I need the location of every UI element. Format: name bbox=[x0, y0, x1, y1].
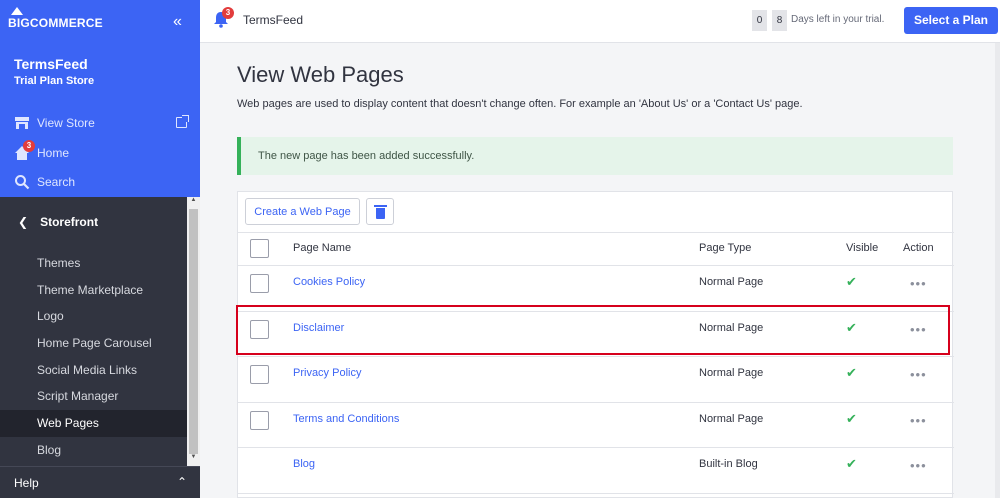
chevron-up-icon: ⌃ bbox=[176, 475, 187, 489]
scroll-up-icon[interactable]: ▲ bbox=[189, 197, 198, 207]
nav-home-label: Home bbox=[37, 146, 70, 160]
nav-search[interactable]: Search bbox=[14, 174, 75, 190]
external-link-icon[interactable] bbox=[176, 115, 189, 128]
notification-badge: 3 bbox=[222, 7, 234, 19]
page-name-link[interactable]: Blog bbox=[293, 458, 315, 470]
logo-text: BIGCOMMERCE bbox=[8, 16, 103, 30]
page-type: Normal Page bbox=[699, 276, 764, 288]
row-checkbox[interactable] bbox=[250, 410, 269, 430]
row-actions-icon[interactable]: ••• bbox=[910, 276, 927, 291]
sidebar-header: BIGCOMMERCE « TermsFeed Trial Plan Store… bbox=[0, 0, 200, 197]
table-header: Page Name Page Type Visible Action bbox=[238, 233, 954, 266]
store-plan: Trial Plan Store bbox=[14, 75, 95, 87]
sidebar-item-blog[interactable]: Blog bbox=[0, 437, 187, 464]
col-page-name[interactable]: Page Name bbox=[293, 242, 351, 254]
col-visible[interactable]: Visible bbox=[846, 242, 878, 254]
sidebar-item-home-page-carousel[interactable]: Home Page Carousel bbox=[0, 330, 187, 357]
visible-check-icon[interactable]: ✔ bbox=[846, 274, 857, 290]
page-type: Normal Page bbox=[699, 367, 764, 379]
nav-view-store-label: View Store bbox=[37, 116, 95, 130]
toolbar: Create a Web Page bbox=[238, 192, 954, 233]
col-page-type[interactable]: Page Type bbox=[699, 242, 751, 254]
storefront-back-button[interactable]: ❮ Storefront bbox=[18, 215, 98, 229]
page-title: View Web Pages bbox=[237, 62, 404, 87]
highlight-annotation bbox=[236, 305, 950, 355]
nav-search-label: Search bbox=[37, 175, 76, 189]
visible-check-icon[interactable]: ✔ bbox=[846, 411, 857, 427]
page-name-link[interactable]: Privacy Policy bbox=[293, 367, 361, 379]
page-name-link[interactable]: Cookies Policy bbox=[293, 276, 365, 288]
trial-digit: 0 bbox=[752, 10, 767, 31]
success-alert: The new page has been added successfully… bbox=[237, 137, 953, 175]
sidebar-item-themes[interactable]: Themes bbox=[0, 250, 187, 277]
sidebar-item-script-manager[interactable]: Script Manager bbox=[0, 383, 187, 410]
sidebar: BIGCOMMERCE « TermsFeed Trial Plan Store… bbox=[0, 0, 200, 498]
page-name-link[interactable]: Terms and Conditions bbox=[293, 413, 399, 425]
table-row: Privacy Policy Normal Page ✔ ••• bbox=[238, 357, 954, 403]
sidebar-submenu: ❮ Storefront Themes Theme Marketplace Lo… bbox=[0, 197, 200, 466]
select-all-checkbox[interactable] bbox=[250, 239, 269, 258]
col-action: Action bbox=[903, 242, 934, 254]
sidebar-item-theme-marketplace[interactable]: Theme Marketplace bbox=[0, 277, 187, 304]
row-actions-icon[interactable]: ••• bbox=[910, 458, 927, 473]
row-checkbox[interactable] bbox=[250, 274, 269, 293]
create-web-page-button[interactable]: Create a Web Page bbox=[245, 198, 360, 225]
store-icon bbox=[15, 117, 29, 129]
main-scrollbar[interactable] bbox=[995, 43, 1000, 498]
section-title: Storefront bbox=[40, 215, 99, 229]
trial-digit: 8 bbox=[772, 10, 787, 31]
delete-button[interactable] bbox=[366, 198, 394, 225]
top-bar: 3 TermsFeed 0 8 Days left in your trial.… bbox=[200, 0, 1000, 43]
logo-mark-icon bbox=[11, 7, 23, 15]
trash-icon-body bbox=[376, 208, 385, 219]
visible-check-icon[interactable]: ✔ bbox=[846, 365, 857, 381]
row-actions-icon[interactable]: ••• bbox=[910, 367, 927, 382]
chevron-left-icon: ❮ bbox=[18, 215, 29, 229]
scroll-down-icon[interactable]: ▼ bbox=[189, 454, 198, 464]
trial-text: Days left in your trial. bbox=[791, 14, 885, 25]
home-badge: 3 bbox=[23, 140, 35, 152]
bigcommerce-logo[interactable]: BIGCOMMERCE bbox=[8, 7, 103, 33]
trash-icon bbox=[374, 205, 387, 207]
row-checkbox[interactable] bbox=[250, 365, 269, 384]
visible-check-icon[interactable]: ✔ bbox=[846, 456, 857, 472]
collapse-sidebar-icon[interactable]: « bbox=[173, 13, 182, 31]
sidebar-item-web-pages[interactable]: Web Pages bbox=[0, 410, 187, 437]
search-icon bbox=[15, 175, 30, 190]
table-row: Terms and Conditions Normal Page ✔ ••• bbox=[238, 403, 954, 448]
page-type: Normal Page bbox=[699, 412, 764, 425]
main-content: View Web Pages Web pages are used to dis… bbox=[200, 43, 1000, 498]
sidebar-item-logo[interactable]: Logo bbox=[0, 303, 187, 330]
nav-view-store[interactable]: View Store bbox=[14, 115, 95, 131]
table-row: Blog Built-in Blog ✔ ••• bbox=[238, 448, 954, 494]
page-type: Built-in Blog bbox=[699, 458, 758, 470]
help-label: Help bbox=[14, 475, 39, 490]
storefront-menu: Themes Theme Marketplace Logo Home Page … bbox=[0, 250, 187, 464]
sidebar-item-social-media-links[interactable]: Social Media Links bbox=[0, 357, 187, 384]
help-menu[interactable]: Help ⌃ bbox=[0, 466, 200, 498]
store-name: TermsFeed bbox=[14, 56, 88, 72]
topbar-store-name: TermsFeed bbox=[243, 13, 304, 27]
page-description: Web pages are used to display content th… bbox=[237, 98, 803, 110]
sidebar-scroll-thumb[interactable] bbox=[189, 209, 198, 454]
select-plan-button[interactable]: Select a Plan bbox=[904, 7, 998, 34]
row-actions-icon[interactable]: ••• bbox=[910, 413, 927, 428]
